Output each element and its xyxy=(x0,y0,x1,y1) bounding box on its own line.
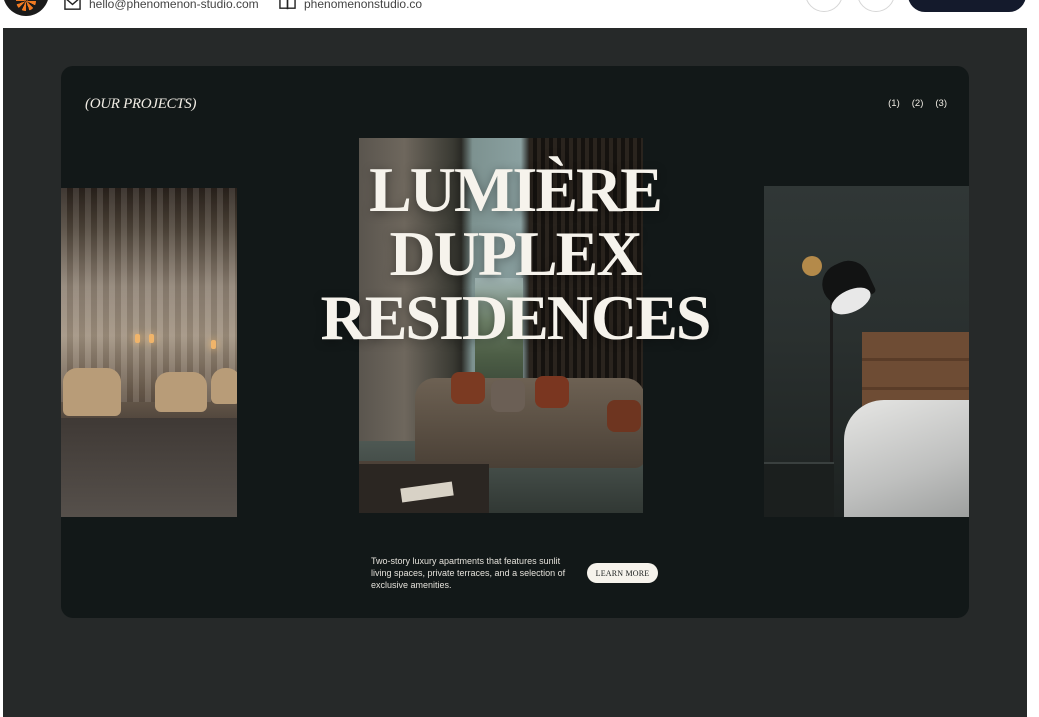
bedroom-photo xyxy=(764,186,969,517)
website-link[interactable]: phenomenonstudio.co xyxy=(304,0,422,11)
lamp-joint xyxy=(802,256,822,276)
pager-item-1[interactable]: (1) xyxy=(888,98,900,109)
top-bar: hello@phenomenon-studio.com phenomenonst… xyxy=(0,0,1039,28)
pendant-lamp xyxy=(149,334,154,343)
cushion xyxy=(491,380,525,412)
project-title-line-2: RESIDENCES xyxy=(320,282,711,353)
website-contact[interactable]: phenomenonstudio.co xyxy=(279,0,422,11)
lounge-chair xyxy=(63,368,121,416)
pendant-lamp xyxy=(135,334,140,343)
header-cta-button[interactable] xyxy=(908,0,1026,12)
lounge-chair xyxy=(155,372,207,412)
project-description: Two-story luxury apartments that feature… xyxy=(371,556,566,590)
email-link[interactable]: hello@phenomenon-studio.com xyxy=(89,0,259,11)
cushion xyxy=(535,376,569,408)
pendant-lamp xyxy=(211,340,216,349)
pager-item-2[interactable]: (2) xyxy=(912,98,924,109)
project-title: LUMIÈRE DUPLEX RESIDENCES xyxy=(241,158,789,350)
pager-item-3[interactable]: (3) xyxy=(935,98,947,109)
cushion xyxy=(451,372,485,404)
logo-burst-icon xyxy=(16,0,36,11)
lamp-arm xyxy=(830,286,833,476)
phenomenon-logo[interactable] xyxy=(3,0,49,16)
project-card: (OUR PROJECTS) (1) (2) (3) LUMIÈRE DUPLE… xyxy=(61,66,969,618)
lounge-interior-photo xyxy=(61,188,237,517)
book-icon xyxy=(279,0,296,10)
bed-linen xyxy=(844,400,969,517)
projects-section: (OUR PROJECTS) (1) (2) (3) LUMIÈRE DUPLE… xyxy=(3,28,1027,717)
header-round-button-1[interactable] xyxy=(805,0,843,12)
bedside-table xyxy=(764,462,834,517)
lounge-floor xyxy=(61,418,237,517)
lounge-chair xyxy=(211,368,237,404)
email-contact[interactable]: hello@phenomenon-studio.com xyxy=(64,0,259,11)
envelope-icon xyxy=(64,0,81,10)
cushion xyxy=(607,400,641,432)
section-label: (OUR PROJECTS) xyxy=(85,96,197,112)
project-title-line-1: LUMIÈRE DUPLEX xyxy=(369,154,663,289)
learn-more-button[interactable]: LEARN MORE xyxy=(587,563,658,583)
project-pager: (1) (2) (3) xyxy=(888,98,947,109)
header-round-button-2[interactable] xyxy=(857,0,895,12)
